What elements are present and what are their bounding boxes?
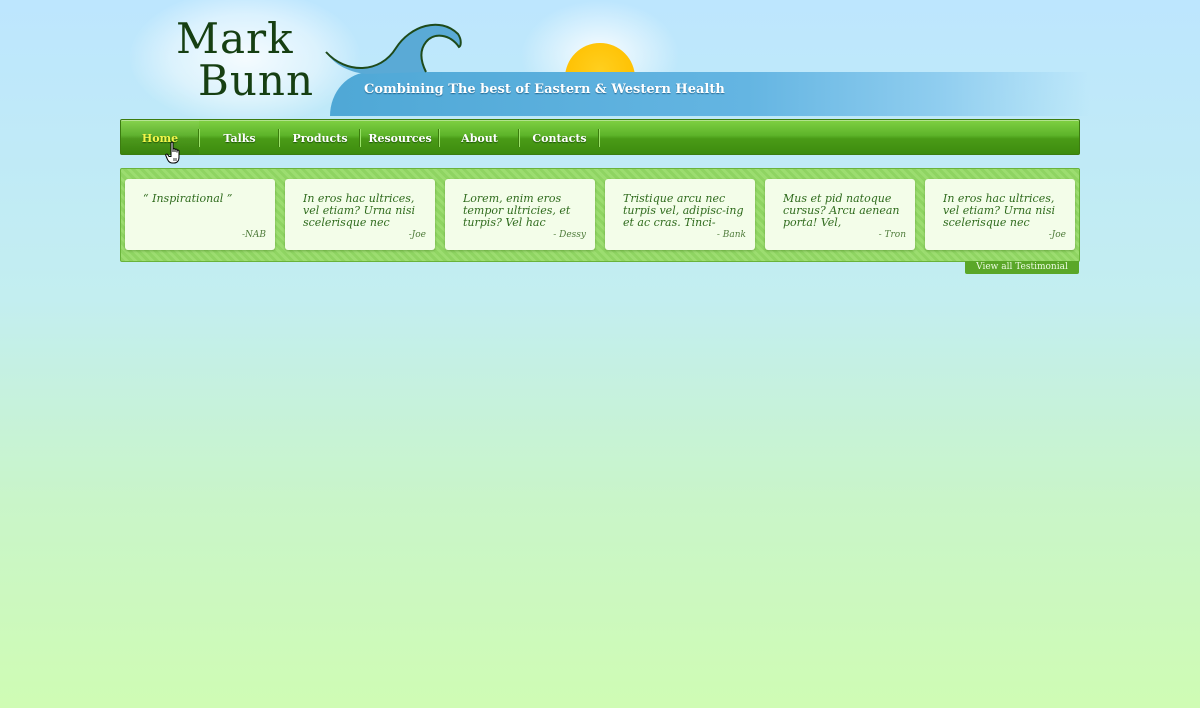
site-logo[interactable]: Mark Bunn [176,18,314,102]
nav-item-contacts[interactable]: Contacts [520,120,599,154]
nav-item-about[interactable]: About [440,120,519,154]
nav-item-talks[interactable]: Talks [200,120,279,154]
view-all-testimonials-button[interactable]: View all Testimonial [965,261,1079,274]
hand-pointer-icon [165,141,180,164]
testimonial-text: In eros hac ultrices, vel etiam? Urna ni… [303,193,416,229]
testimonial-card[interactable]: In eros hac ultrices, vel etiam? Urna ni… [285,179,435,250]
site-header: Mark Bunn Combining The best of Eastern … [0,0,1200,125]
nav-item-resources[interactable]: Resources [361,120,439,154]
testimonial-author: - Bank [716,230,746,240]
nav-item-products[interactable]: Products [280,120,360,154]
testimonial-text: “ Inspirational ” [143,193,233,205]
testimonial-text: In eros hac ultrices, vel etiam? Urna ni… [943,193,1056,229]
testimonial-card[interactable]: “ Inspirational ” -NAB [125,179,275,250]
testimonial-author: - Tron [878,230,906,240]
site-tagline: Combining The best of Eastern & Western … [364,82,725,97]
testimonial-author: -Joe [408,230,426,240]
testimonial-author: - Dessy [553,230,586,240]
testimonials-panel: “ Inspirational ” -NAB In eros hac ultri… [120,168,1080,262]
testimonial-text: Lorem, enim eros tempor ultricies, et tu… [463,193,571,229]
wave-icon [325,23,462,74]
testimonial-text: Mus et pid natoque cursus? Arcu aenean p… [783,193,900,229]
logo-line-2: Bunn [198,56,315,105]
main-navigation: Home Talks Products Resources About Cont… [120,119,1080,155]
testimonial-author: -Joe [1048,230,1066,240]
testimonial-text: Tristique arcu nec turpis vel, adipisc-i… [623,193,744,229]
testimonial-author: -NAB [241,230,266,240]
testimonial-card[interactable]: In eros hac ultrices, vel etiam? Urna ni… [925,179,1075,250]
nav-separator [599,129,600,147]
testimonial-card[interactable]: Tristique arcu nec turpis vel, adipisc-i… [605,179,755,250]
testimonial-card[interactable]: Lorem, enim eros tempor ultricies, et tu… [445,179,595,250]
nav-item-home[interactable]: Home [121,120,199,154]
testimonial-card[interactable]: Mus et pid natoque cursus? Arcu aenean p… [765,179,915,250]
